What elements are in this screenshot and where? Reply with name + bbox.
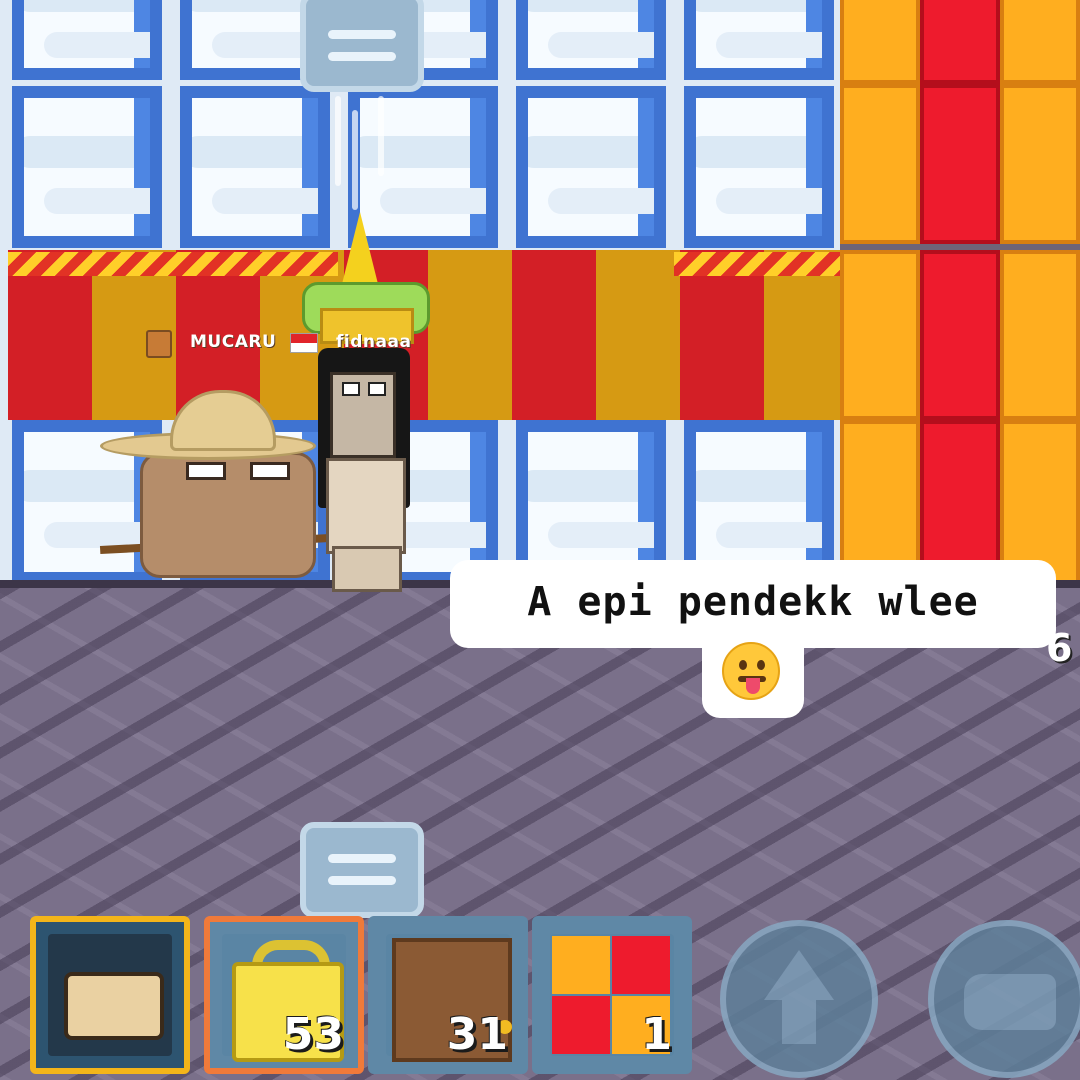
gift-block-tile (920, 0, 1000, 84)
hotbar-slot-door[interactable]: 31 (368, 916, 528, 1074)
rope-border (8, 252, 338, 276)
avatar-eye (368, 382, 386, 396)
trophy-icon (146, 330, 172, 358)
gift-block-tile (840, 0, 920, 84)
gift-block-tile (1000, 0, 1080, 84)
indonesia-flag-icon (290, 333, 318, 353)
chat-message: A epi pendekk wlee (527, 579, 979, 625)
chat-bubble: A epi pendekk wlee (450, 560, 1056, 648)
player-name-fidnaaa: fidnaaa (336, 332, 412, 352)
avatar-legs (332, 546, 402, 592)
top-menu-handle[interactable] (300, 0, 424, 92)
gift-block-tile (920, 84, 1000, 244)
glass-window-tile (12, 86, 162, 248)
fist-icon (64, 972, 164, 1040)
punch-button[interactable] (928, 920, 1080, 1078)
smoke-effect (378, 96, 384, 176)
player-avatar-fidnaaa[interactable] (318, 348, 413, 592)
inventory-expand-handle[interactable] (300, 822, 424, 918)
avatar-torso (326, 458, 406, 554)
gift-block-tile (840, 250, 920, 420)
tongue-out-face-icon (722, 642, 780, 700)
leaf-crown-hat-icon (302, 212, 430, 344)
glass-window-tile (684, 0, 834, 80)
gift-block-tile (840, 84, 920, 244)
gift-block-tile (1000, 250, 1080, 420)
avatar-eye (342, 382, 360, 396)
glass-window-tile (12, 0, 162, 80)
smoke-effect (352, 110, 358, 210)
rope-border (674, 252, 840, 276)
straw-hat-top (170, 390, 276, 451)
glass-window-tile (684, 86, 834, 248)
gift-block-tile (1000, 84, 1080, 244)
hotbar-slot-fist[interactable] (30, 916, 190, 1074)
avatar-eye (250, 462, 290, 480)
item-count: 1 (641, 1009, 672, 1060)
gift-block-tile (920, 250, 1000, 420)
avatar-face (330, 372, 396, 458)
smoke-effect (335, 96, 341, 186)
jump-button[interactable] (720, 920, 878, 1078)
jump-arrow-icon (764, 950, 834, 1000)
glass-window-tile (516, 86, 666, 248)
offscreen-chat-text: 6 (1046, 626, 1073, 670)
hotbar-slot-gift-block[interactable]: 1 (532, 916, 692, 1074)
hotbar-slot-world-lock[interactable]: 53 (204, 916, 364, 1074)
avatar-eye (186, 462, 226, 480)
glass-window-tile (516, 0, 666, 80)
item-count: 31 (446, 1009, 508, 1060)
punch-icon (964, 974, 1056, 1030)
player-avatar-mucaru[interactable] (99, 390, 331, 580)
gift-block-wall (840, 0, 1080, 588)
item-count: 53 (282, 1009, 344, 1060)
player-name-mucaru: MUCARU (190, 332, 277, 352)
